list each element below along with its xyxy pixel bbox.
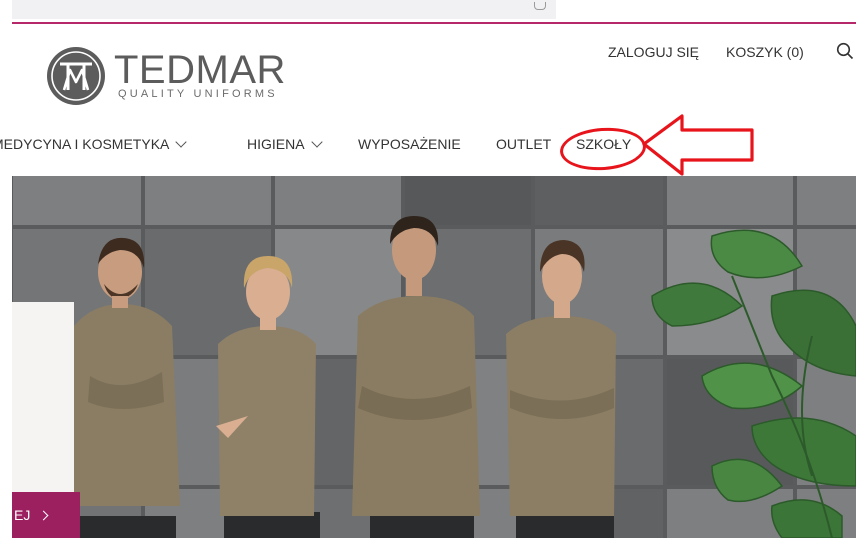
nav-item-wyposazenie[interactable]: WYPOSAŻENIE: [358, 134, 461, 154]
annotation-arrow-icon: [642, 114, 754, 176]
nav-item-medycyna[interactable]: MEDYCYNA I KOSMETYKA: [0, 134, 188, 154]
tedmar-logo[interactable]: TEDMAR QUALITY UNIFORMS: [46, 46, 285, 106]
brand-name: TEDMAR: [114, 48, 286, 92]
nav-item-higiena[interactable]: HIGIENA: [247, 134, 323, 154]
login-link[interactable]: ZALOGUJ SIĘ: [608, 44, 699, 60]
bookmark-icon[interactable]: [534, 2, 546, 10]
nav-item-label: HIGIENA: [247, 136, 305, 152]
hero-image: [12, 176, 856, 538]
hero-banner[interactable]: EJ: [12, 176, 856, 538]
nav-item-label: WYPOSAŻENIE: [358, 136, 461, 152]
nav-item-outlet[interactable]: OUTLET: [496, 134, 551, 154]
cart-link[interactable]: KOSZYK (0): [726, 44, 804, 60]
annotation-circle: [558, 125, 648, 173]
address-bar-remnant: [12, 0, 556, 19]
read-more-label: EJ: [14, 507, 31, 523]
tedmar-emblem-icon: [47, 47, 105, 105]
nav-item-label: OUTLET: [496, 136, 552, 152]
chevron-down-icon: [175, 136, 188, 148]
read-more-button[interactable]: EJ: [12, 492, 80, 538]
brand-tagline: QUALITY UNIFORMS: [118, 88, 278, 100]
browser-top-strip: [0, 0, 856, 22]
accent-divider: [12, 22, 856, 24]
search-icon[interactable]: [836, 42, 854, 60]
nav-item-label: MEDYCYNA I KOSMETYKA: [0, 136, 170, 152]
chevron-down-icon: [310, 136, 323, 148]
chevron-right-icon: [38, 510, 49, 521]
